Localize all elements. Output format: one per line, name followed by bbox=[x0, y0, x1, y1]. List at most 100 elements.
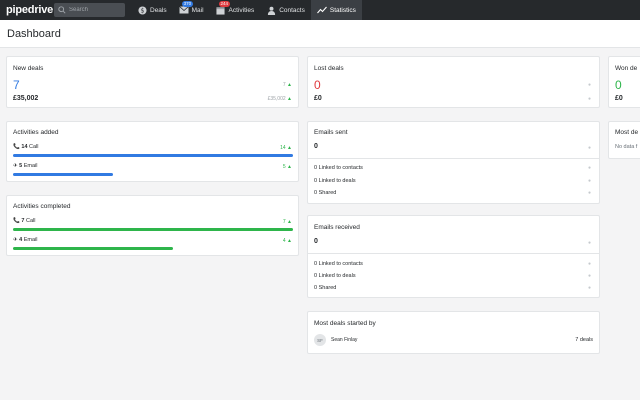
send-icon: ✈ bbox=[13, 163, 18, 169]
activities-completed-card[interactable]: Activities completed 📞 7 Call 7 ▲ ✈ 4 Em… bbox=[6, 195, 299, 256]
top-navigation: pipedrive $ Deals 370 Mail 244 Activitie… bbox=[0, 0, 640, 20]
chart-icon bbox=[316, 5, 327, 15]
phone-icon: 📞 bbox=[13, 218, 20, 224]
neutral-dot-icon: ● bbox=[587, 285, 591, 291]
call-change: 14 ▲ bbox=[280, 145, 292, 151]
nav-mail[interactable]: 370 Mail bbox=[173, 0, 210, 20]
no-data-text: No data f bbox=[615, 144, 638, 150]
neutral-dot-icon: ● bbox=[587, 240, 591, 246]
won-deals-amount: £0 bbox=[615, 95, 623, 102]
completed-email-label: Email bbox=[23, 237, 38, 243]
emails-sent-count: 0 bbox=[314, 143, 318, 150]
activities-added-email-row: ✈ 5 Email bbox=[13, 163, 38, 169]
emails-received-linked-deals: 0 Linked to deals bbox=[314, 273, 356, 279]
completed-call-progress-bar bbox=[13, 228, 293, 231]
up-arrow-icon: ▲ bbox=[287, 96, 292, 102]
most-deals-title: Most deals started by bbox=[314, 320, 376, 327]
new-deals-count-change-value: 7 bbox=[282, 82, 286, 88]
send-icon: ✈ bbox=[13, 237, 18, 243]
neutral-dot-icon: ● bbox=[587, 273, 591, 279]
deals-count: 7 deals bbox=[575, 337, 593, 343]
mail-count-badge: 370 bbox=[181, 1, 194, 7]
new-deals-card[interactable]: New deals 7 7 ▲ £35,002 £35,002 ▲ bbox=[6, 56, 299, 108]
neutral-dot-icon: ● bbox=[587, 165, 591, 171]
person-icon bbox=[266, 5, 276, 15]
emails-sent-card[interactable]: Emails sent 0 ● 0 Linked to contacts ● 0… bbox=[307, 121, 600, 204]
emails-received-title: Emails received bbox=[314, 224, 360, 231]
lost-deals-amount: £0 bbox=[314, 95, 322, 102]
completed-call-change: 7 ▲ bbox=[283, 219, 292, 225]
activities-added-card[interactable]: Activities added 📞 14 Call 14 ▲ ✈ 5 Emai… bbox=[6, 121, 299, 182]
emails-sent-linked-deals: 0 Linked to deals bbox=[314, 178, 356, 184]
emails-sent-title: Emails sent bbox=[314, 129, 348, 136]
email-label: Email bbox=[23, 163, 38, 169]
completed-call-count: 7 bbox=[21, 218, 25, 224]
new-deals-amount-change-value: £35,002 bbox=[267, 96, 286, 102]
email-progress-bar bbox=[13, 173, 113, 176]
call-label: Call bbox=[29, 144, 39, 150]
neutral-dot-icon: ● bbox=[587, 145, 591, 151]
page-title: Dashboard bbox=[7, 28, 61, 40]
most-deals-card[interactable]: Most deals started by SF Sean Finlay 7 d… bbox=[307, 311, 600, 354]
most-right-card[interactable]: Most de No data f bbox=[608, 121, 640, 159]
emails-sent-shared: 0 Shared bbox=[314, 190, 337, 196]
most-right-title: Most de bbox=[615, 129, 639, 136]
new-deals-count: 7 bbox=[13, 78, 20, 92]
activities-completed-call-row: 📞 7 Call bbox=[13, 218, 35, 224]
svg-text:$: $ bbox=[140, 8, 144, 14]
neutral-dot-icon: ● bbox=[587, 261, 591, 267]
nav-activities[interactable]: 244 Activities bbox=[210, 0, 261, 20]
pipedrive-logo[interactable]: pipedrive bbox=[0, 4, 54, 16]
nav-deals-label: Deals bbox=[150, 6, 167, 14]
activities-added-call-row: 📞 14 Call bbox=[13, 144, 39, 150]
call-progress-bar bbox=[13, 154, 293, 157]
neutral-dot-icon: ● bbox=[587, 190, 591, 196]
won-deals-card[interactable]: Won de 0 £0 bbox=[608, 56, 640, 108]
new-deals-amount: £35,002 bbox=[13, 95, 39, 102]
up-arrow-icon: ▲ bbox=[287, 82, 292, 88]
lost-deals-title: Lost deals bbox=[314, 65, 344, 72]
activities-completed-email-row: ✈ 4 Email bbox=[13, 237, 38, 243]
email-count: 5 bbox=[19, 163, 23, 169]
neutral-dot-icon: ● bbox=[587, 96, 591, 102]
new-deals-title: New deals bbox=[13, 65, 44, 72]
emails-received-linked-contacts: 0 Linked to contacts bbox=[314, 261, 363, 267]
neutral-dot-icon: ● bbox=[587, 82, 591, 88]
phone-icon: 📞 bbox=[13, 144, 20, 150]
page-header: Dashboard bbox=[0, 20, 640, 48]
nav-statistics[interactable]: Statistics bbox=[310, 0, 362, 20]
completed-email-progress-bar bbox=[13, 247, 173, 250]
up-arrow-icon: ▲ bbox=[287, 145, 292, 151]
activities-added-title: Activities added bbox=[13, 129, 59, 136]
emails-received-shared: 0 Shared bbox=[314, 285, 337, 291]
completed-email-change-value: 4 bbox=[282, 238, 286, 244]
up-arrow-icon: ▲ bbox=[287, 219, 292, 225]
avatar: SF bbox=[314, 334, 326, 346]
neutral-dot-icon: ● bbox=[587, 178, 591, 184]
nav-activities-label: Activities bbox=[228, 6, 255, 14]
activities-count-badge: 244 bbox=[218, 1, 231, 7]
call-count: 14 bbox=[21, 144, 28, 150]
email-change: 5 ▲ bbox=[283, 164, 292, 170]
new-deals-count-change: 7 ▲ bbox=[283, 82, 292, 88]
won-deals-count: 0 bbox=[615, 78, 622, 92]
lost-deals-card[interactable]: Lost deals 0 ● £0 ● bbox=[307, 56, 600, 108]
search-input[interactable] bbox=[69, 7, 121, 13]
up-arrow-icon: ▲ bbox=[287, 164, 292, 170]
search-box[interactable] bbox=[54, 3, 125, 17]
divider bbox=[308, 158, 599, 159]
email-change-value: 5 bbox=[282, 164, 286, 170]
won-deals-title: Won de bbox=[615, 65, 638, 72]
nav-statistics-label: Statistics bbox=[329, 6, 356, 14]
nav-contacts-label: Contacts bbox=[279, 6, 305, 14]
nav-contacts[interactable]: Contacts bbox=[260, 0, 311, 20]
user-name[interactable]: Sean Finlay bbox=[331, 337, 357, 343]
emails-sent-linked-contacts: 0 Linked to contacts bbox=[314, 165, 363, 171]
nav-deals[interactable]: $ Deals bbox=[131, 0, 173, 20]
emails-received-count: 0 bbox=[314, 238, 318, 245]
completed-call-change-value: 7 bbox=[282, 219, 286, 225]
emails-received-card[interactable]: Emails received 0 ● 0 Linked to contacts… bbox=[307, 215, 600, 298]
completed-call-label: Call bbox=[25, 218, 36, 224]
divider bbox=[308, 253, 599, 254]
call-change-value: 14 bbox=[280, 145, 286, 151]
